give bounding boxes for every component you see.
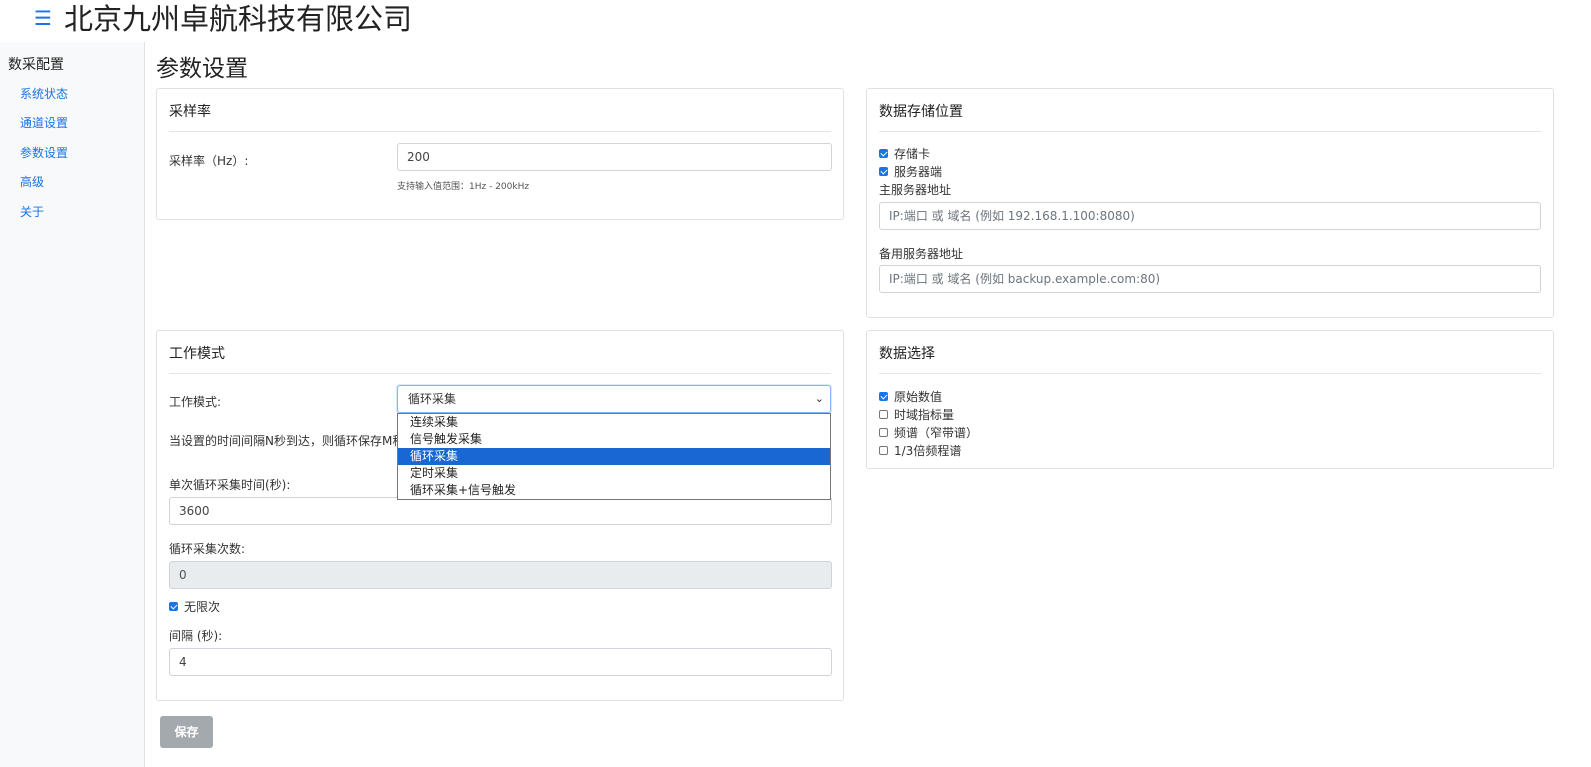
checkbox-checked[interactable] [879,392,888,401]
work-mode-option-cycle[interactable]: 循环采集 [398,448,830,465]
primary-server-input[interactable] [879,202,1541,230]
sampling-rate-input[interactable] [397,143,832,171]
hamburger-icon[interactable]: ☰ [34,6,52,30]
checkbox-checked[interactable] [879,167,888,176]
work-mode-selected-value: 循环采集 [408,392,457,406]
spectrum-checkbox[interactable]: 频谱（窄带谱） [879,424,978,441]
spectrum-label: 频谱（窄带谱） [894,426,979,440]
card-divider [879,131,1541,132]
backup-server-label: 备用服务器地址 [879,247,964,261]
work-mode-option-signal-trigger[interactable]: 信号触发采集 [398,431,830,448]
card-divider [169,373,831,374]
octave-spectrum-label: 1/3倍频程谱 [894,444,962,458]
raw-value-checkbox[interactable]: 原始数值 [879,388,942,405]
time-domain-checkbox[interactable]: 时域指标量 [879,406,954,423]
save-button[interactable]: 保存 [160,716,213,748]
storage-card-label: 存储卡 [894,147,931,161]
card-divider [169,131,831,132]
single-cycle-time-label: 单次循环采集时间(秒): [169,478,291,492]
raw-value-label: 原始数值 [894,390,943,404]
single-cycle-time-input[interactable] [169,497,832,525]
interval-input[interactable] [169,648,832,676]
data-selection-card-title: 数据选择 [879,346,935,362]
checkbox-unchecked[interactable] [879,446,888,455]
time-domain-label: 时域指标量 [894,408,955,422]
work-mode-dropdown: 连续采集 信号触发采集 循环采集 定时采集 循环采集+信号触发 [397,413,831,500]
sampling-rate-label: 采样率（Hz）: [169,154,249,168]
storage-card-checkbox[interactable]: 存储卡 [879,145,930,162]
app-header: ☰ 北京九州卓航科技有限公司 [0,0,1591,42]
sidebar: 数采配置 系统状态 通道设置 参数设置 高级 关于 [0,42,145,767]
cycle-count-label: 循环采集次数: [169,542,246,556]
data-storage-card: 数据存储位置 存储卡 服务器端 主服务器地址 备用服务器地址 [866,88,1554,318]
work-mode-option-continuous[interactable]: 连续采集 [398,414,830,431]
data-selection-card: 数据选择 原始数值 时域指标量 频谱（窄带谱） 1/3倍频程谱 [866,330,1554,469]
page-title: 参数设置 [156,56,248,82]
interval-label: 间隔 (秒): [169,629,223,643]
work-mode-description: 当设置的时间间隔N秒到达，则循环保存M秒 [169,434,405,448]
card-divider [879,373,1541,374]
sampling-rate-card-title: 采样率 [169,104,211,120]
app-title: 北京九州卓航科技有限公司 [64,2,413,36]
work-mode-select[interactable]: 循环采集 ⌄ [397,385,831,413]
work-mode-option-timed[interactable]: 定时采集 [398,465,830,482]
checkbox-unchecked[interactable] [879,410,888,419]
sidebar-item-parameter-settings[interactable]: 参数设置 [20,144,68,161]
sidebar-item-system-status[interactable]: 系统状态 [20,85,68,102]
sidebar-item-about[interactable]: 关于 [20,203,44,220]
unlimited-checkbox[interactable]: 无限次 [169,598,220,615]
sampling-rate-hint: 支持输入值范围：1Hz - 200kHz [397,182,530,192]
checkbox-unchecked[interactable] [879,428,888,437]
chevron-down-icon: ⌄ [814,392,824,405]
checkbox-checked[interactable] [879,149,888,158]
work-mode-label: 工作模式: [169,395,222,409]
sidebar-item-advanced[interactable]: 高级 [20,173,44,190]
work-mode-card-title: 工作模式 [169,346,225,362]
cycle-count-input [169,561,832,589]
storage-server-checkbox[interactable]: 服务器端 [879,163,942,180]
octave-spectrum-checkbox[interactable]: 1/3倍频程谱 [879,442,961,459]
data-storage-card-title: 数据存储位置 [879,104,963,120]
storage-server-label: 服务器端 [894,165,943,179]
work-mode-option-cycle-signal[interactable]: 循环采集+信号触发 [398,482,830,499]
primary-server-label: 主服务器地址 [879,183,952,197]
sampling-rate-card: 采样率 采样率（Hz）: 支持输入值范围：1Hz - 200kHz [156,88,844,220]
sidebar-item-channel-settings[interactable]: 通道设置 [20,114,68,131]
sidebar-heading: 数采配置 [8,57,64,73]
unlimited-label: 无限次 [184,600,221,614]
backup-server-input[interactable] [879,265,1541,293]
checkbox-checked[interactable] [169,602,178,611]
